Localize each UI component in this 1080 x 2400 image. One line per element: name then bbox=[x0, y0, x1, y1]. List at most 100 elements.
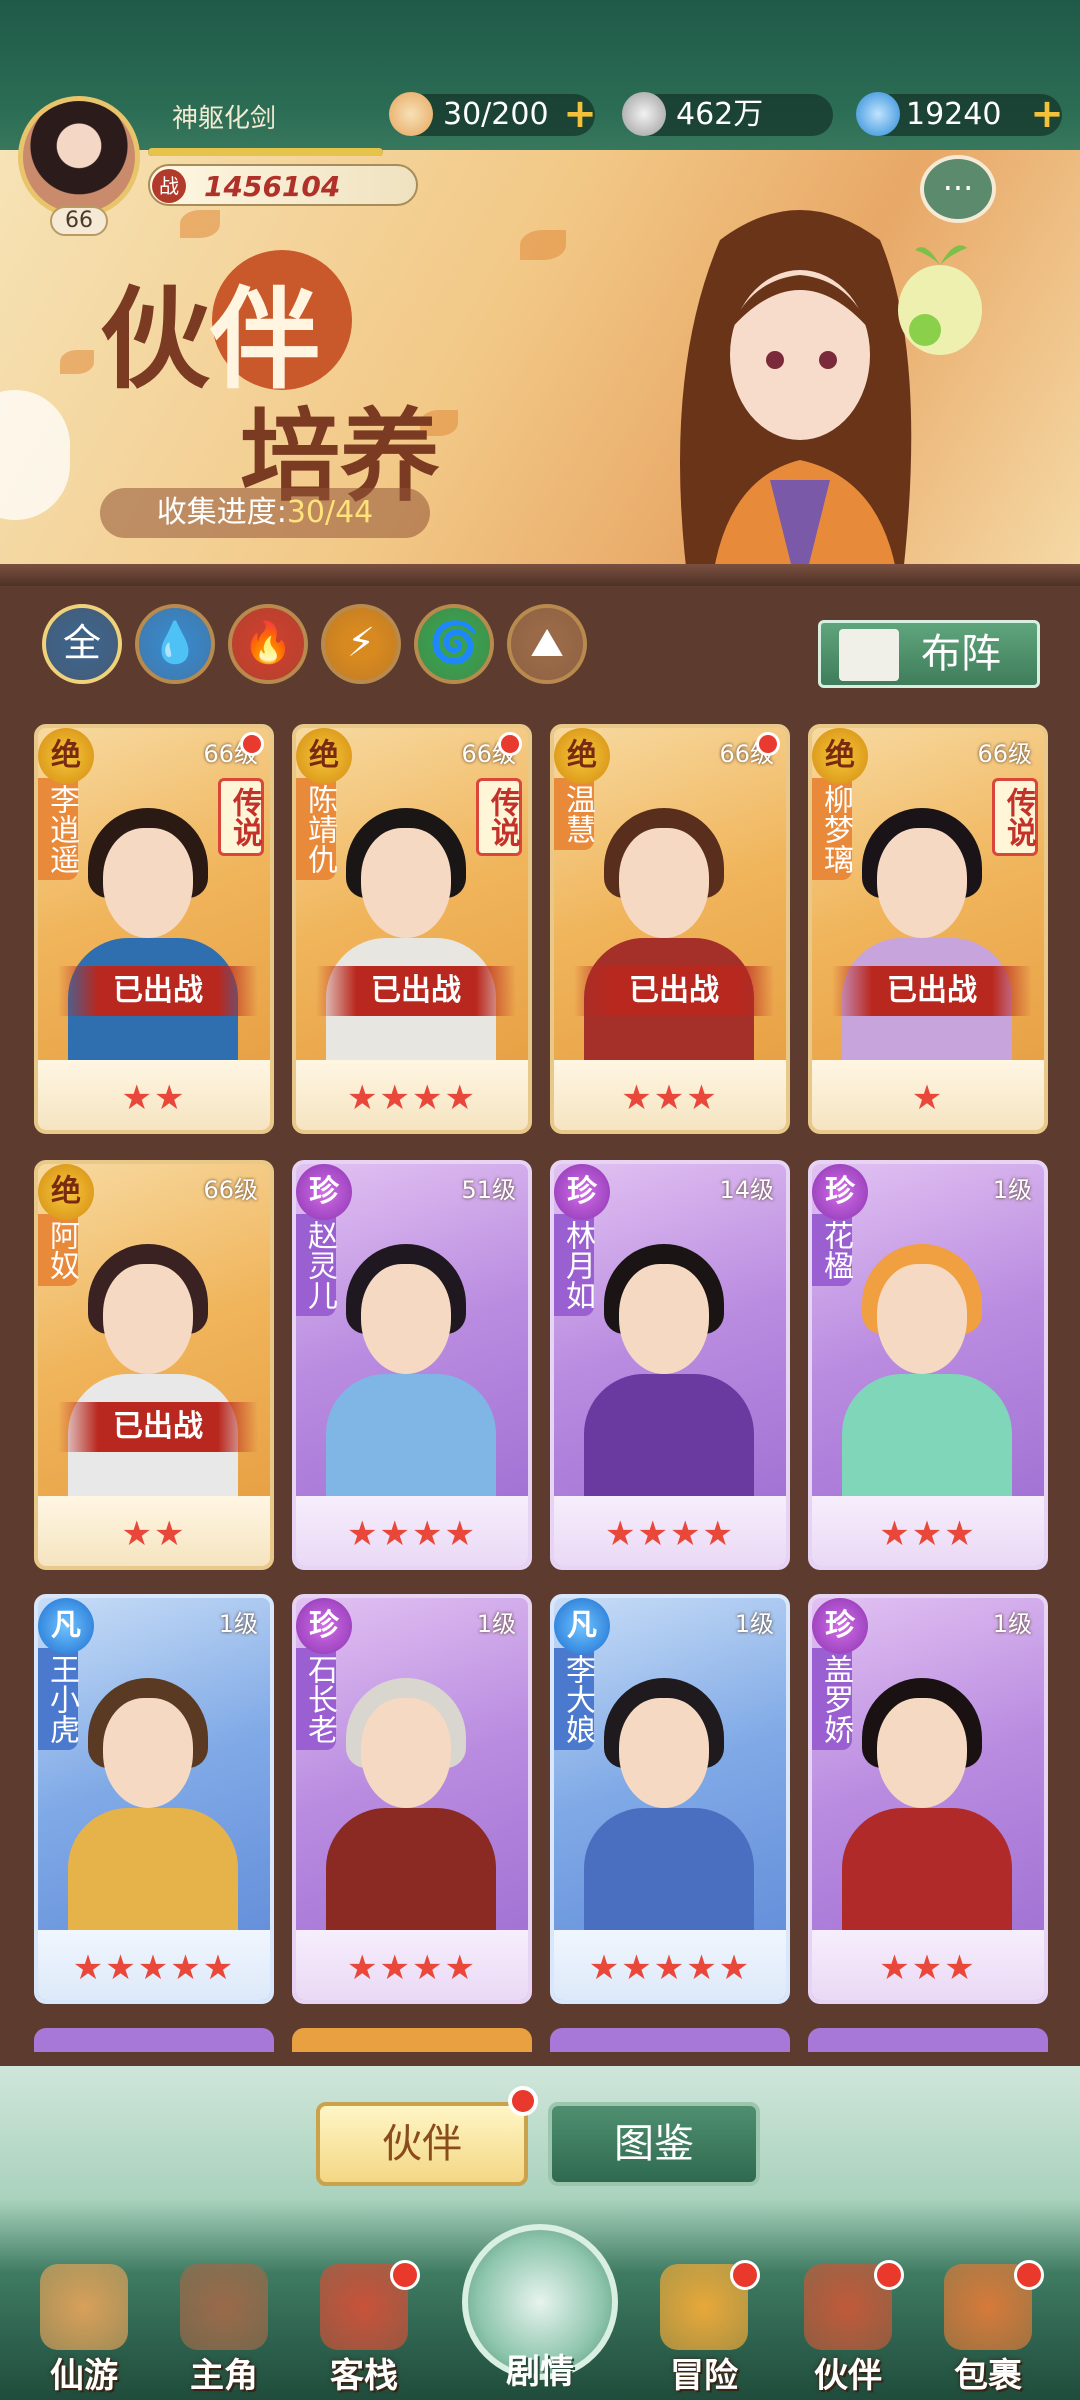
grade-badge: 绝 bbox=[812, 728, 868, 784]
partner-card[interactable]: ★★★ 温慧绝 66级 已出战 bbox=[550, 724, 790, 1134]
filter-water-icon[interactable]: 💧 bbox=[135, 604, 215, 684]
partner-card[interactable]: ★★ 李逍遥绝 66级 传说 已出战 bbox=[34, 724, 274, 1134]
formation-button[interactable]: 布阵 bbox=[818, 620, 1040, 688]
player-avatar[interactable] bbox=[18, 96, 140, 218]
mascot-sprite bbox=[898, 245, 982, 355]
star-rating: ★★★ bbox=[879, 1948, 977, 1988]
partner-level: 1级 bbox=[218, 1610, 258, 1638]
filter-earth-icon[interactable]: ⛰ bbox=[507, 604, 587, 684]
tab-atlas[interactable]: 图鉴 bbox=[548, 2102, 760, 2186]
jade-value: 19240 bbox=[906, 97, 1002, 132]
notification-dot bbox=[1014, 2260, 1044, 2290]
coin-icon bbox=[622, 92, 666, 136]
star-rating: ★★★★★ bbox=[588, 1948, 752, 1988]
power-icon: 战 bbox=[152, 169, 186, 203]
combat-power: 战 1456104 bbox=[148, 164, 418, 206]
nav-scroll-button[interactable]: 仙游 bbox=[24, 2264, 144, 2396]
grade-badge: 珍 bbox=[812, 1164, 868, 1220]
grade-badge: 凡 bbox=[554, 1598, 610, 1654]
partner-level: 1级 bbox=[992, 1610, 1032, 1638]
notification-dot bbox=[730, 2260, 760, 2290]
partner-name: 林月如 bbox=[554, 1214, 595, 1316]
nav-hero-button[interactable]: 主角 bbox=[164, 2264, 284, 2396]
partner-name: 赵灵儿 bbox=[296, 1214, 337, 1316]
partner-name: 陈靖仇 bbox=[296, 778, 337, 880]
collection-progress: 收集进度:30/44 bbox=[100, 488, 430, 538]
star-rating: ★ bbox=[911, 1078, 945, 1118]
player-name: 神躯化剑 bbox=[172, 104, 277, 134]
partner-portrait bbox=[326, 1224, 496, 1524]
partner-card-peek bbox=[292, 2028, 532, 2052]
partner-card[interactable]: ★★★ 盖罗娇珍 1级 bbox=[808, 1594, 1048, 2004]
stamina-plus-button[interactable]: + bbox=[561, 94, 599, 134]
nav-cards-button[interactable]: 伙伴 bbox=[788, 2260, 908, 2396]
partner-name: 李大娘 bbox=[554, 1648, 595, 1750]
partner-name: 柳梦璃 bbox=[812, 778, 853, 880]
partner-name: 王小虎 bbox=[38, 1648, 79, 1750]
nav-label: 包裹 bbox=[954, 2356, 1022, 2396]
partner-card[interactable]: ★★★★★ 王小虎凡 1级 bbox=[34, 1594, 274, 2004]
partner-card[interactable]: ★★★★ 林月如珍 14级 bbox=[550, 1160, 790, 1570]
partner-level: 66级 bbox=[203, 1176, 258, 1204]
scroll-icon bbox=[40, 2264, 128, 2350]
partner-card[interactable]: ★★★★ 石长老珍 1级 bbox=[292, 1594, 532, 2004]
nav-bag-button[interactable]: 包裹 bbox=[928, 2260, 1048, 2396]
nav-gourd-button[interactable]: 冒险 bbox=[644, 2260, 764, 2396]
deployed-banner: 已出战 bbox=[58, 1402, 258, 1452]
legend-tag: 传说 bbox=[218, 778, 264, 856]
grade-badge: 绝 bbox=[38, 1164, 94, 1220]
partner-card[interactable]: ★★★★ 陈靖仇绝 66级 传说 已出战 bbox=[292, 724, 532, 1134]
star-rating: ★★★★ bbox=[347, 1948, 477, 1988]
nav-label: 客栈 bbox=[330, 2356, 398, 2396]
nav-inn-button[interactable]: 客栈 bbox=[304, 2260, 424, 2396]
partner-portrait bbox=[842, 1658, 1012, 1958]
partner-card[interactable]: ★★ 阿奴绝 66级已出战 bbox=[34, 1160, 274, 1570]
grade-badge: 绝 bbox=[296, 728, 352, 784]
partner-card[interactable]: ★★★★★ 李大娘凡 1级 bbox=[550, 1594, 790, 2004]
star-rating: ★★ bbox=[121, 1514, 187, 1554]
chat-bubble-icon[interactable]: ··· bbox=[920, 155, 996, 223]
legend-tag: 传说 bbox=[992, 778, 1038, 856]
partner-name: 李逍遥 bbox=[38, 778, 79, 880]
partner-name: 阿奴 bbox=[38, 1214, 79, 1286]
top-bar bbox=[0, 0, 1080, 160]
filter-wind-icon[interactable]: 🌀 bbox=[414, 604, 494, 684]
deployed-banner: 已出战 bbox=[58, 966, 258, 1016]
tab-partner-notification-dot bbox=[508, 2086, 538, 2116]
partner-portrait bbox=[326, 1658, 496, 1958]
grade-badge: 珍 bbox=[296, 1598, 352, 1654]
deployed-banner: 已出战 bbox=[316, 966, 516, 1016]
partner-card-peek bbox=[550, 2028, 790, 2052]
xp-bar bbox=[148, 148, 383, 156]
stamina-resource: 30/200 + bbox=[389, 92, 597, 136]
star-rating: ★★★★ bbox=[605, 1514, 735, 1554]
nav-label: 主角 bbox=[190, 2356, 258, 2396]
filter-all-icon[interactable]: 全 bbox=[42, 604, 122, 684]
filter-fire-icon[interactable]: 🔥 bbox=[228, 604, 308, 684]
partner-card[interactable]: ★★★ 花楹珍 1级 bbox=[808, 1160, 1048, 1570]
jade-plus-button[interactable]: + bbox=[1028, 94, 1066, 134]
nav-label: 仙游 bbox=[50, 2356, 118, 2396]
coin-value: 462万 bbox=[676, 97, 764, 132]
deployed-banner: 已出战 bbox=[574, 966, 774, 1016]
partner-portrait bbox=[842, 1224, 1012, 1524]
stamina-value: 30/200 bbox=[443, 97, 549, 132]
partner-card[interactable]: ★★★★ 赵灵儿珍 51级 bbox=[292, 1160, 532, 1570]
star-rating: ★★★ bbox=[621, 1078, 719, 1118]
grade-badge: 珍 bbox=[296, 1164, 352, 1220]
deployed-banner: 已出战 bbox=[832, 966, 1032, 1016]
partner-level: 1级 bbox=[734, 1610, 774, 1638]
partner-name: 花楹 bbox=[812, 1214, 853, 1286]
partner-portrait bbox=[584, 1224, 754, 1524]
grade-badge: 绝 bbox=[554, 728, 610, 784]
tab-partner[interactable]: 伙伴 bbox=[316, 2102, 528, 2186]
partner-card[interactable]: ★ 柳梦璃绝 66级 传说 已出战 bbox=[808, 724, 1048, 1134]
notification-dot bbox=[498, 732, 522, 756]
partner-portrait bbox=[842, 788, 1012, 1088]
grade-badge: 凡 bbox=[38, 1598, 94, 1654]
jade-icon bbox=[856, 92, 900, 136]
filter-thunder-icon[interactable]: ⚡ bbox=[321, 604, 401, 684]
banner-trim bbox=[0, 564, 1080, 586]
notification-dot bbox=[390, 2260, 420, 2290]
coin-resource: 462万 bbox=[622, 92, 833, 136]
